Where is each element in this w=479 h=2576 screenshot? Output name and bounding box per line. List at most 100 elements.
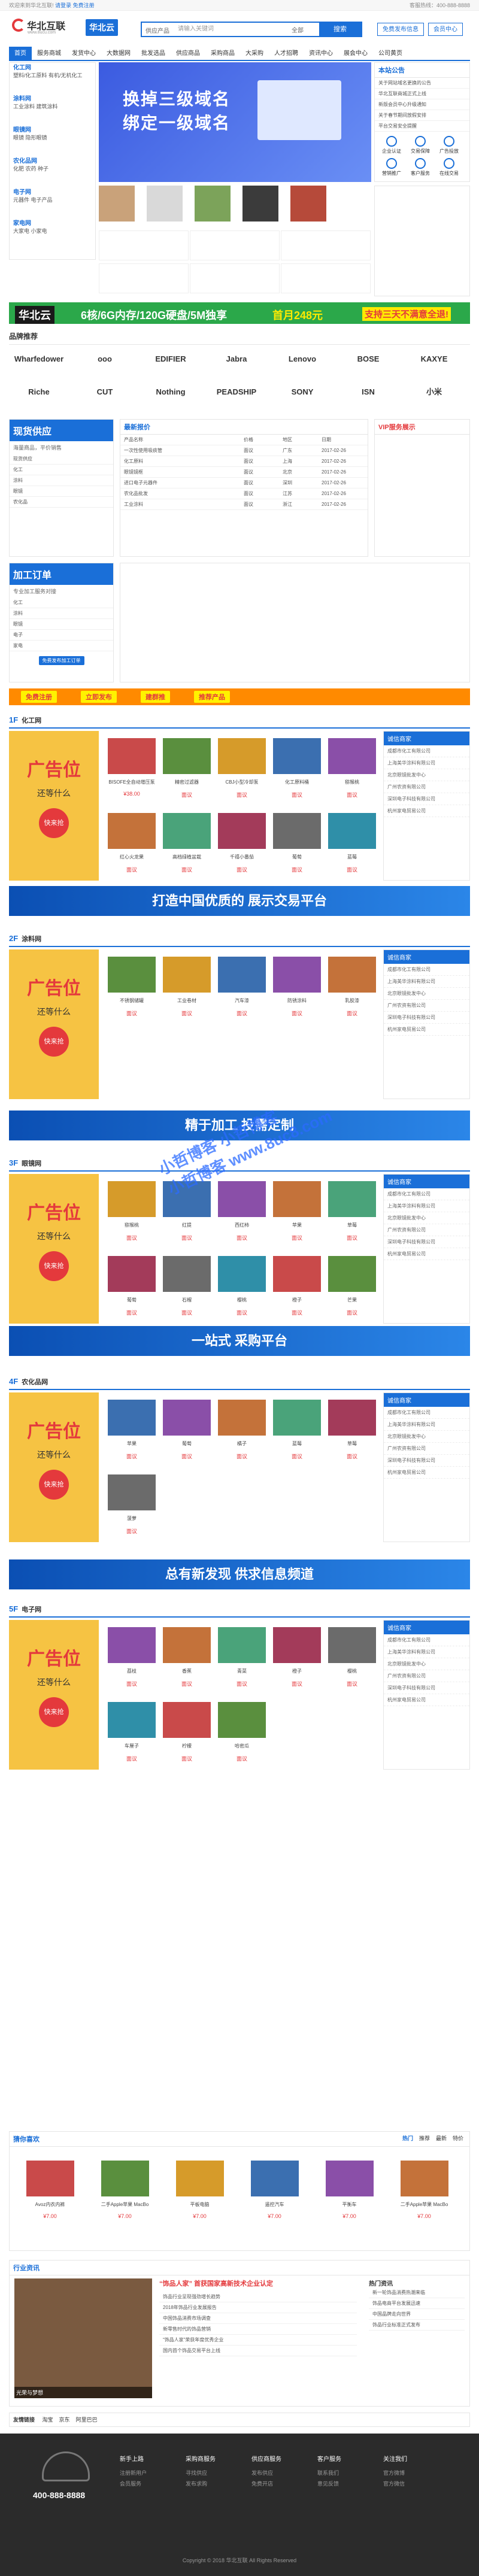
service-item[interactable]: 交易保障 <box>406 136 435 154</box>
hot-product[interactable]: 平衡车 ¥7.00 <box>315 2156 384 2222</box>
floor-side-item[interactable]: 成都市化工有限公司 <box>384 745 469 757</box>
process-list-item[interactable]: 眼镜 <box>10 619 113 630</box>
floor-side-item[interactable]: 北京眼镜批发中心 <box>384 1658 469 1670</box>
product-image[interactable] <box>218 1181 266 1217</box>
service-item[interactable]: 营销推广 <box>377 158 406 177</box>
hot-product-name[interactable]: 二手Apple苹果 MacBo <box>90 2201 159 2213</box>
product-name[interactable]: CBJ小型冷却泵 <box>215 779 269 791</box>
product-card[interactable]: 工业卷材 面议 <box>160 952 214 1018</box>
floor-side-item[interactable]: 杭州家电贸易公司 <box>384 1467 469 1479</box>
product-card[interactable]: 车厘子 面议 <box>105 1697 159 1763</box>
thumb-image[interactable] <box>99 186 135 222</box>
quote-row[interactable]: 进口电子元器件 面议 深圳 2017-02-26 <box>120 478 368 489</box>
product-name[interactable]: 防锈涂料 <box>270 997 324 1009</box>
brand-logo[interactable]: Nothing <box>141 380 201 404</box>
product-image[interactable] <box>328 1181 376 1217</box>
product-name[interactable]: 石榴 <box>160 1297 214 1309</box>
product-image[interactable] <box>328 1627 376 1663</box>
category-item[interactable]: 化工网 塑料/化工原料 有机/无机化工 <box>10 63 95 94</box>
quote-row[interactable]: 眼镜镜框 面议 北京 2017-02-26 <box>120 467 368 478</box>
hot-product-image[interactable] <box>325 2161 374 2196</box>
product-name[interactable]: 汽车漆 <box>215 997 269 1009</box>
floor-side-item[interactable]: 广州农资有限公司 <box>384 1000 469 1012</box>
product-image[interactable] <box>273 1400 321 1436</box>
floor-name[interactable]: 化工网 <box>22 717 41 724</box>
floor-side-item[interactable]: 上海美华涂料有限公司 <box>384 1419 469 1431</box>
product-card[interactable]: 猕猴桃 面议 <box>325 733 379 799</box>
shop-card[interactable] <box>281 230 371 260</box>
product-name[interactable]: 蓝莓 <box>270 1440 324 1452</box>
product-name[interactable]: 西红柿 <box>215 1222 269 1234</box>
process-list-item[interactable]: 电子 <box>10 630 113 641</box>
nav-item[interactable]: 公司黄页 <box>373 47 408 61</box>
floor-side-item[interactable]: 杭州家电贸易公司 <box>384 1024 469 1036</box>
brand-logo[interactable]: SONY <box>272 380 332 404</box>
publish-button[interactable]: 免费发布信息 <box>377 23 424 36</box>
nav-item[interactable]: 大采购 <box>240 47 269 61</box>
category-item[interactable]: 眼镜网 眼镜 隐形眼镜 <box>10 125 95 156</box>
floor-side-item[interactable]: 杭州家电贸易公司 <box>384 1248 469 1260</box>
product-card[interactable]: CBJ小型冷却泵 面议 <box>215 733 269 799</box>
product-image[interactable] <box>108 1627 156 1663</box>
product-card[interactable]: 樱桃 面议 <box>325 1622 379 1688</box>
floor-side-item[interactable]: 上海美华涂料有限公司 <box>384 976 469 988</box>
floor-side-item[interactable]: 成都市化工有限公司 <box>384 1634 469 1646</box>
floor-name[interactable]: 涂料网 <box>22 936 41 943</box>
floor-side-item[interactable]: 深圳电子科技有限公司 <box>384 1012 469 1024</box>
product-card[interactable]: 葡萄 面议 <box>160 1395 214 1461</box>
product-name[interactable]: 哈密瓜 <box>215 1743 269 1755</box>
product-card[interactable]: 芒果 面议 <box>325 1251 379 1317</box>
product-image[interactable] <box>328 957 376 993</box>
floor-side-item[interactable]: 广州农资有限公司 <box>384 1224 469 1236</box>
product-image[interactable] <box>273 957 321 993</box>
product-card[interactable]: 千禧小番茄 面议 <box>215 808 269 874</box>
search-kind-select[interactable]: 供应产品 <box>145 26 169 35</box>
product-image[interactable] <box>273 813 321 849</box>
category-item[interactable]: 农化品网 化肥 农药 种子 <box>10 156 95 187</box>
product-card[interactable]: 苹果 面议 <box>105 1395 159 1461</box>
floor-ad[interactable]: 广告位 还等什么 快来抢 <box>9 949 99 1099</box>
floor-side-item[interactable]: 广州农资有限公司 <box>384 1443 469 1455</box>
nav-item[interactable]: 人才招聘 <box>269 47 304 61</box>
category-item[interactable]: 家电网 大家电 小家电 <box>10 219 95 250</box>
floor-side-item[interactable]: 深圳电子科技有限公司 <box>384 1682 469 1694</box>
hot-product-name[interactable]: 平板电脑 <box>165 2201 234 2213</box>
category-title[interactable]: 眼镜网 <box>13 127 92 134</box>
product-name[interactable]: 樱桃 <box>215 1297 269 1309</box>
product-image[interactable] <box>163 1702 211 1738</box>
news-side-item[interactable]: 饰品电商平台发展迅速 <box>369 2298 465 2309</box>
orange-bar-item[interactable]: 免费注册 <box>21 691 57 703</box>
footer-link[interactable]: 发布求购 <box>186 2478 216 2489</box>
hot-tab[interactable]: 最新 <box>436 2135 447 2141</box>
nav-item[interactable]: 供应商品 <box>171 47 205 61</box>
quote-row[interactable]: 一次性使用吸痰管 面议 广东 2017-02-26 <box>120 445 368 456</box>
floor-side-item[interactable]: 成都市化工有限公司 <box>384 1188 469 1200</box>
floor-side-item[interactable]: 广州农资有限公司 <box>384 781 469 793</box>
product-name[interactable]: 工业卷材 <box>160 997 214 1009</box>
floor-side-item[interactable]: 北京眼镜批发中心 <box>384 988 469 1000</box>
product-card[interactable]: 葡萄 面议 <box>270 808 324 874</box>
service-item[interactable]: 客户服务 <box>406 158 435 177</box>
banner-strip[interactable]: 总有新发现 供求信息频道 <box>9 1559 470 1589</box>
brand-logo[interactable]: ISN <box>338 380 398 404</box>
footer-link[interactable]: 免费开店 <box>251 2478 281 2489</box>
hot-tab[interactable]: 特价 <box>453 2135 463 2141</box>
category-title[interactable]: 涂料网 <box>13 96 92 103</box>
product-image[interactable] <box>163 1627 211 1663</box>
brand-logo[interactable]: ooo <box>75 347 135 371</box>
product-image[interactable] <box>163 1256 211 1292</box>
product-name[interactable]: 精密过滤器 <box>160 779 214 791</box>
product-name[interactable]: 橙子 <box>270 1668 324 1680</box>
floor-side-item[interactable]: 杭州家电贸易公司 <box>384 1694 469 1706</box>
search-input[interactable]: 请输入关键词 <box>178 23 292 36</box>
brand-logo[interactable]: KAXYE <box>404 347 464 371</box>
hot-tab[interactable]: 推荐 <box>419 2135 430 2141</box>
product-card[interactable]: 化工原料桶 面议 <box>270 733 324 799</box>
banner-strip[interactable]: 打造中国优质的 展示交易平台 <box>9 886 470 916</box>
product-card[interactable]: 葡萄 面议 <box>105 1251 159 1317</box>
product-image[interactable] <box>108 957 156 993</box>
category-item[interactable]: 涂料网 工业涂料 建筑涂料 <box>10 94 95 125</box>
product-name[interactable]: 橙子 <box>270 1297 324 1309</box>
product-image[interactable] <box>218 813 266 849</box>
hot-product-image[interactable] <box>101 2161 149 2196</box>
